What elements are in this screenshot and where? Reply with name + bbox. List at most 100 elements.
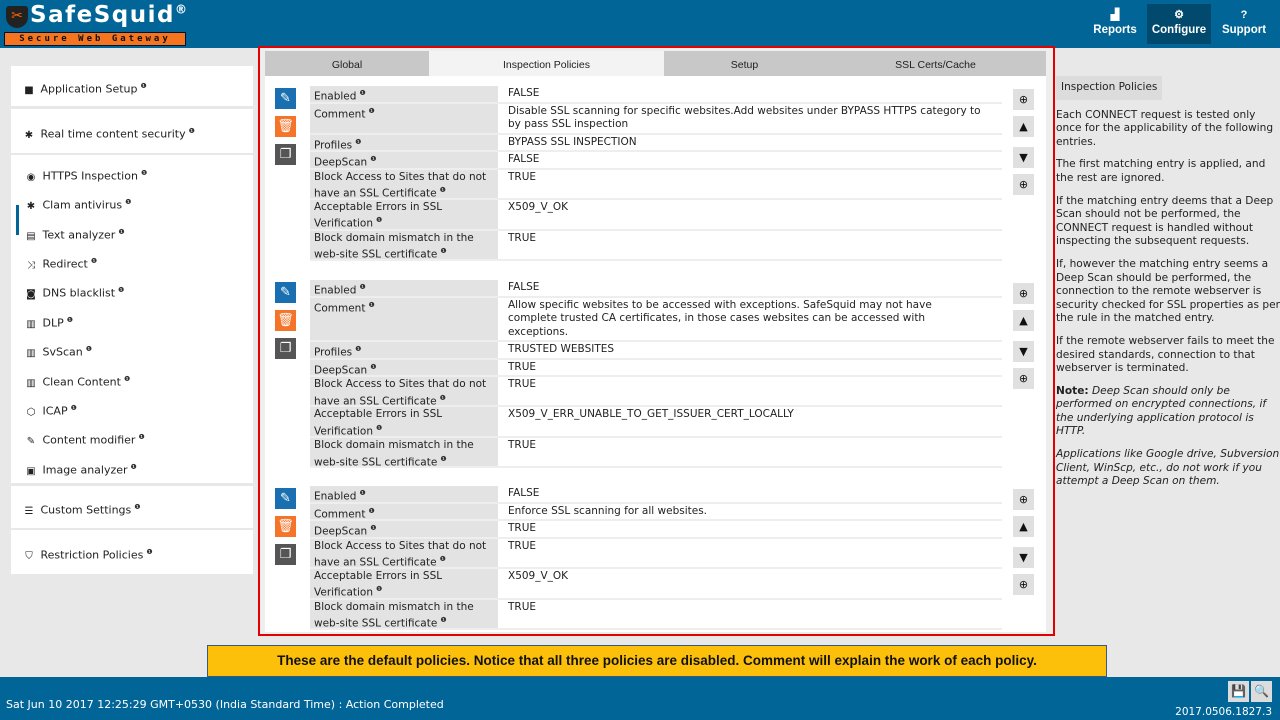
info-icon[interactable]: ❶ <box>118 228 124 236</box>
info-icon[interactable]: ❶ <box>141 169 147 177</box>
edit-icon[interactable]: ✎ <box>275 282 296 303</box>
nav-support[interactable]: ? Support <box>1215 4 1273 44</box>
sidebar-item-svscan[interactable]: ▥ SvScan ❶ <box>23 339 92 359</box>
info-icon[interactable]: ❶ <box>359 89 365 97</box>
info-icon[interactable]: ❶ <box>131 463 137 471</box>
move-bottom-button[interactable]: ⊕ <box>1013 174 1034 195</box>
info-icon[interactable]: ❶ <box>125 198 131 206</box>
move-top-button[interactable]: ⊕ <box>1013 489 1034 510</box>
info-icon[interactable]: ❶ <box>140 82 146 90</box>
move-top-button[interactable]: ⊕ <box>1013 283 1034 304</box>
edit-icon[interactable]: ✎ <box>275 88 296 109</box>
nav-reports[interactable]: ▟ Reports <box>1087 4 1143 44</box>
info-icon[interactable]: ❶ <box>91 257 97 265</box>
sidebar-item-dlp[interactable]: ▥ DLP ❶ <box>23 310 73 330</box>
field-label: Block domain mismatch in the web-site SS… <box>314 600 474 630</box>
info-icon[interactable]: ❶ <box>440 186 446 194</box>
move-up-button[interactable]: ▲ <box>1013 310 1034 331</box>
move-top-button[interactable]: ⊕ <box>1013 89 1034 110</box>
sidebar-group-custom-settings[interactable]: ☰ Custom Settings ❶ <box>11 486 253 528</box>
copy-icon[interactable]: ❐ <box>275 544 296 565</box>
sidebar-item-content-modifier[interactable]: ✎ Content modifier ❶ <box>23 427 145 447</box>
field-row: Acceptable Errors in SSL Verification ❶ X5… <box>310 199 1002 231</box>
info-icon[interactable]: ❶ <box>440 616 446 624</box>
info-icon[interactable]: ❶ <box>440 394 446 402</box>
safesquid-logo[interactable]: ✂ SafeSquid® Secure Web Gateway <box>4 2 187 46</box>
info-icon[interactable]: ❶ <box>138 433 144 441</box>
sidebar-item-image-analyzer[interactable]: ▣ Image analyzer ❶ <box>23 457 137 477</box>
search-icon[interactable]: 🔍 <box>1251 681 1272 702</box>
move-down-button[interactable]: ▼ <box>1013 341 1034 362</box>
info-icon[interactable]: ❶ <box>71 404 77 412</box>
help-paragraph: If, however the matching entry seems a D… <box>1056 257 1280 325</box>
field-row: Enabled ❶ FALSE <box>310 86 1002 104</box>
sidebar-item-text-analyzer[interactable]: ▤ Text analyzer ❶ <box>23 222 124 242</box>
bug-icon: ✱ <box>24 129 34 141</box>
info-icon[interactable]: ❶ <box>370 363 376 371</box>
cogs-icon: ⚙ <box>1174 9 1184 21</box>
tab-ssl-certs-cache[interactable]: SSL Certs/Cache <box>825 51 1046 76</box>
move-down-button[interactable]: ▼ <box>1013 547 1034 568</box>
sidebar-item-icap[interactable]: ⬡ ICAP ❶ <box>23 398 77 418</box>
info-icon[interactable]: ❶ <box>368 301 374 309</box>
info-icon[interactable]: ❶ <box>359 489 365 497</box>
sidebar-item-https-inspection[interactable]: ◉ HTTPS Inspection ❶ <box>23 163 148 183</box>
info-icon[interactable]: ❶ <box>370 155 376 163</box>
info-icon[interactable]: ❶ <box>440 247 446 255</box>
info-icon[interactable]: ❶ <box>86 345 92 353</box>
trash-icon[interactable]: 🗑 <box>275 516 296 537</box>
sidebar-item-redirect[interactable]: ⤨ Redirect ❶ <box>23 251 97 271</box>
field-value: TRUE <box>508 522 537 534</box>
field-label: Acceptable Errors in SSL Verification <box>314 408 443 437</box>
move-bottom-button[interactable]: ⊕ <box>1013 368 1034 389</box>
info-icon[interactable]: ❶ <box>368 507 374 515</box>
sidebar-group-real-time-content-security[interactable]: ✱ Real time content security ❶ <box>11 109 253 153</box>
nav-support-label: Support <box>1221 24 1267 36</box>
info-icon[interactable]: ❶ <box>134 503 140 511</box>
nav-configure[interactable]: ⚙ Configure <box>1147 4 1211 44</box>
field-label: Enabled <box>314 284 357 297</box>
field-value: Enforce SSL scanning for all websites. <box>508 504 708 517</box>
icap-icon: ⬡ <box>26 406 36 418</box>
sidebar-group-restriction-policies[interactable]: ⛉ Restriction Policies ❶ <box>11 530 253 574</box>
field-value: Allow specific websites to be accessed w… <box>508 298 932 338</box>
info-icon[interactable]: ❶ <box>146 548 152 556</box>
info-icon[interactable]: ❶ <box>376 585 382 593</box>
sidebar-group-label: Application Setup <box>40 82 138 96</box>
barcode-icon: ▥ <box>26 347 36 359</box>
sidebar-submenu: ◉ HTTPS Inspection ❶ ✱ Clam antivirus ❶ ▤ … <box>11 155 253 483</box>
info-icon[interactable]: ❶ <box>189 127 195 135</box>
info-icon[interactable]: ❶ <box>440 555 446 563</box>
copy-icon[interactable]: ❐ <box>275 338 296 359</box>
move-bottom-button[interactable]: ⊕ <box>1013 574 1034 595</box>
sidebar-group-application-setup[interactable]: ■ Application Setup ❶ <box>11 66 253 106</box>
trash-icon[interactable]: 🗑 <box>275 116 296 137</box>
sidebar-item-clam-antivirus[interactable]: ✱ Clam antivirus ❶ <box>23 192 132 212</box>
info-icon[interactable]: ❶ <box>359 283 365 291</box>
tab-inspection-policies[interactable]: Inspection Policies <box>429 51 664 76</box>
info-icon[interactable]: ❶ <box>376 424 382 432</box>
sidebar-item-clean-content[interactable]: ▥ Clean Content ❶ <box>23 369 130 389</box>
version-label: 2017.0506.1827.3 <box>1175 706 1272 718</box>
copy-icon[interactable]: ❐ <box>275 144 296 165</box>
move-down-button[interactable]: ▼ <box>1013 147 1034 168</box>
move-up-button[interactable]: ▲ <box>1013 116 1034 137</box>
info-icon[interactable]: ❶ <box>67 316 73 324</box>
save-icon[interactable]: 💾 <box>1228 681 1249 702</box>
sidebar-item-dns-blacklist[interactable]: ◙ DNS blacklist ❶ <box>23 280 124 300</box>
field-value: TRUSTED WEBSITES <box>508 343 615 355</box>
info-icon[interactable]: ❶ <box>355 138 361 146</box>
help-title: Inspection Policies <box>1056 76 1163 100</box>
trash-icon[interactable]: 🗑 <box>275 310 296 331</box>
edit-icon[interactable]: ✎ <box>275 488 296 509</box>
info-icon[interactable]: ❶ <box>355 345 361 353</box>
info-icon[interactable]: ❶ <box>376 216 382 224</box>
move-up-button[interactable]: ▲ <box>1013 516 1034 537</box>
info-icon[interactable]: ❶ <box>370 524 376 532</box>
info-icon[interactable]: ❶ <box>368 107 374 115</box>
info-icon[interactable]: ❶ <box>118 286 124 294</box>
info-icon[interactable]: ❶ <box>124 375 130 383</box>
tab-setup[interactable]: Setup <box>664 51 825 76</box>
tab-global[interactable]: Global <box>265 51 429 76</box>
info-icon[interactable]: ❶ <box>440 455 446 463</box>
